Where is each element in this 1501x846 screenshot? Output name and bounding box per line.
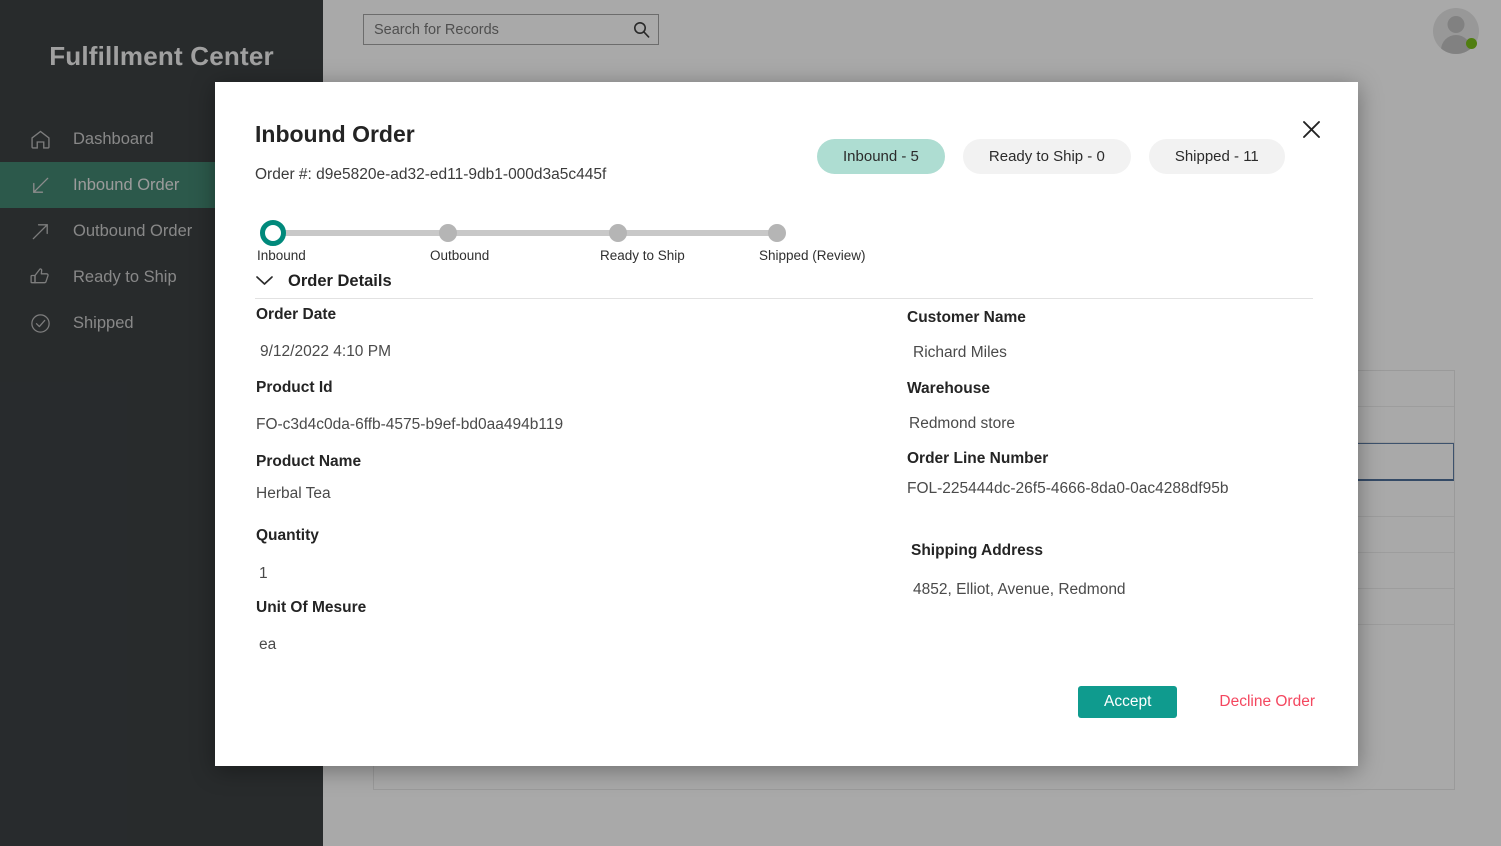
field-shipping-address: Shipping Address 4852, Elliot, Avenue, R… — [907, 542, 1327, 599]
field-warehouse: Warehouse Redmond store — [907, 380, 1327, 433]
order-details-toggle[interactable]: Order Details — [255, 272, 392, 291]
close-icon[interactable] — [1296, 114, 1326, 144]
field-quantity: Quantity 1 — [256, 527, 876, 583]
inbound-order-modal: Inbound Order Order #: d9e5820e-ad32-ed1… — [215, 82, 1358, 766]
order-details-right-column: Customer Name Richard Miles Warehouse Re… — [907, 306, 1327, 599]
stepper-label: Inbound — [257, 248, 306, 263]
field-order-line-number: Order Line Number FOL-225444dc-26f5-4666… — [907, 450, 1327, 498]
pill-ready-to-ship[interactable]: Ready to Ship - 0 — [962, 139, 1131, 174]
field-label: Order Line Number — [907, 450, 1049, 467]
field-value: 1 — [259, 565, 268, 582]
section-divider — [255, 298, 1313, 299]
field-unit-of-measure: Unit Of Mesure ea — [256, 599, 876, 654]
stepper-track — [273, 230, 777, 236]
field-label: Product Name — [256, 453, 362, 470]
stepper-dot — [768, 224, 786, 242]
stepper-dot — [439, 224, 457, 242]
pill-inbound[interactable]: Inbound - 5 — [817, 139, 945, 174]
field-value: FOL-225444dc-26f5-4666-8da0-0ac4288df95b — [907, 480, 1229, 497]
field-label: Order Date — [256, 306, 337, 323]
field-value: 9/12/2022 4:10 PM — [260, 343, 391, 360]
accept-button[interactable]: Accept — [1077, 686, 1178, 718]
field-label: Shipping Address — [911, 542, 1044, 559]
field-value: FO-c3d4c0da-6ffb-4575-b9ef-bd0aa494b119 — [256, 416, 564, 433]
field-label: Product Id — [256, 379, 333, 396]
field-value: Redmond store — [909, 415, 1015, 432]
field-value: Richard Miles — [913, 344, 1007, 361]
order-details-title: Order Details — [288, 272, 392, 290]
order-number: Order #: d9e5820e-ad32-ed11-9db1-000d3a5… — [255, 166, 607, 183]
order-details-left-column: Order Date 9/12/2022 4:10 PM Product Id … — [256, 306, 876, 654]
decline-order-button[interactable]: Decline Order — [1219, 693, 1315, 711]
stepper-label: Ready to Ship — [600, 248, 685, 263]
field-product-id: Product Id FO-c3d4c0da-6ffb-4575-b9ef-bd… — [256, 379, 876, 434]
field-label: Customer Name — [907, 309, 1026, 326]
stepper-label: Outbound — [430, 248, 490, 263]
modal-actions: Accept Decline Order — [215, 686, 1358, 718]
chevron-down-icon — [255, 273, 274, 291]
field-value: ea — [259, 636, 277, 653]
field-customer-name: Customer Name Richard Miles — [907, 309, 1327, 362]
order-stepper: Inbound Outbound Ready to Ship Shipped (… — [255, 200, 866, 263]
stepper-label: Shipped (Review) — [759, 248, 866, 263]
field-label: Unit Of Mesure — [256, 599, 367, 616]
status-pill-group: Inbound - 5 Ready to Ship - 0 Shipped - … — [817, 139, 1285, 174]
page-title: Inbound Order — [255, 121, 415, 147]
field-order-date: Order Date 9/12/2022 4:10 PM — [256, 306, 876, 361]
pill-shipped[interactable]: Shipped - 11 — [1148, 139, 1285, 174]
field-label: Quantity — [256, 527, 319, 544]
stepper-dot — [609, 224, 627, 242]
field-product-name: Product Name Herbal Tea — [256, 453, 876, 503]
stepper-dot — [260, 220, 286, 246]
field-value: Herbal Tea — [256, 485, 331, 502]
field-value: 4852, Elliot, Avenue, Redmond — [913, 581, 1126, 598]
field-label: Warehouse — [907, 380, 990, 397]
